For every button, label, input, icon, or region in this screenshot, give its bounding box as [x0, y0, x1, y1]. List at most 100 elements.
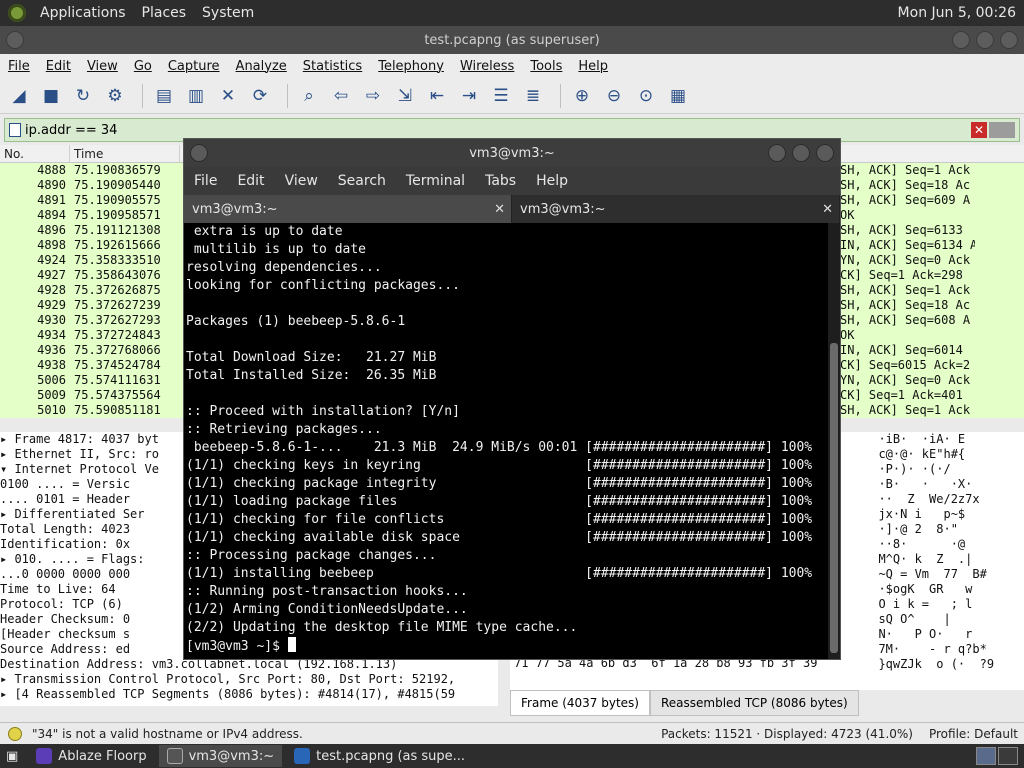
window-menu-icon[interactable]	[6, 31, 24, 49]
go-to-packet-icon[interactable]: ⇲	[392, 83, 418, 109]
clear-filter-icon[interactable]: ✕	[971, 122, 987, 138]
top-panel: Applications Places System Mon Jun 5, 00…	[0, 0, 1024, 26]
packet-no: 4934	[37, 328, 66, 342]
terminal-prompt[interactable]: [vm3@vm3 ~]$	[186, 637, 828, 656]
task-floorp[interactable]: Ablaze Floorp	[28, 745, 154, 767]
restart-capture-icon[interactable]: ↻	[70, 83, 96, 109]
floorp-icon	[36, 748, 53, 764]
terminal-tab-2[interactable]: vm3@vm3:~ ✕	[512, 195, 840, 223]
taskbar: ▣ Ablaze Floorp vm3@vm3:~ test.pcapng (a…	[0, 744, 1024, 768]
apply-filter-icon[interactable]	[989, 122, 1015, 138]
system-menu[interactable]: System	[194, 5, 262, 21]
close-icon[interactable]	[816, 144, 834, 162]
clock[interactable]: Mon Jun 5, 00:26	[898, 5, 1024, 21]
status-message: "34" is not a valid hostname or IPv4 add…	[32, 726, 303, 741]
stop-capture-icon[interactable]: ■	[38, 83, 64, 109]
close-tab-icon[interactable]: ✕	[494, 202, 505, 217]
maximize-icon[interactable]	[976, 31, 994, 49]
menu-wireless[interactable]: Wireless	[452, 59, 522, 74]
minimize-icon[interactable]	[768, 144, 786, 162]
term-menu-help[interactable]: Help	[526, 173, 578, 189]
menu-tools[interactable]: Tools	[522, 59, 570, 74]
minimize-icon[interactable]	[952, 31, 970, 49]
packet-time: 75.191121308	[74, 223, 161, 237]
terminal-titlebar[interactable]: vm3@vm3:~	[184, 139, 840, 167]
tab-frame-bytes[interactable]: Frame (4037 bytes)	[510, 690, 650, 716]
menu-capture[interactable]: Capture	[160, 59, 228, 74]
menu-view[interactable]: View	[79, 59, 126, 74]
autoscroll-icon[interactable]: ☰	[488, 83, 514, 109]
go-back-icon[interactable]: ⇦	[328, 83, 354, 109]
workspace-2[interactable]	[998, 747, 1018, 765]
term-menu-terminal[interactable]: Terminal	[396, 173, 475, 189]
close-file-icon[interactable]: ✕	[215, 83, 241, 109]
zoom-in-icon[interactable]: ⊕	[569, 83, 595, 109]
find-packet-icon[interactable]: ⌕	[296, 83, 322, 109]
display-filter-input[interactable]	[25, 122, 971, 138]
term-menu-file[interactable]: File	[184, 173, 227, 189]
close-tab-icon[interactable]: ✕	[822, 202, 833, 217]
window-menu-icon[interactable]	[190, 144, 208, 162]
terminal-scrollbar[interactable]	[828, 223, 840, 659]
menu-help[interactable]: Help	[570, 59, 616, 74]
shark-fin-start-icon[interactable]: ◢	[6, 83, 32, 109]
wireshark-title: test.pcapng (as superuser)	[424, 32, 600, 48]
detail-line[interactable]: ▸ [4 Reassembled TCP Segments (8086 byte…	[0, 687, 498, 702]
toolbar-separator	[142, 83, 143, 108]
workspace-1[interactable]	[976, 747, 996, 765]
terminal-line: :: Retrieving packages...	[186, 422, 382, 437]
term-menu-search[interactable]: Search	[328, 173, 396, 189]
menu-analyze[interactable]: Analyze	[228, 59, 295, 74]
menu-edit[interactable]: Edit	[38, 59, 79, 74]
colorize-icon[interactable]: ≣	[520, 83, 546, 109]
show-desktop-icon[interactable]: ▣	[0, 745, 24, 767]
packet-info: SH, ACK] Seq=1 Ack	[840, 403, 971, 417]
packet-no: 4898	[37, 238, 66, 252]
first-packet-icon[interactable]: ⇤	[424, 83, 450, 109]
zoom-out-icon[interactable]: ⊖	[601, 83, 627, 109]
bookmark-icon[interactable]	[9, 123, 21, 137]
packet-info: SH, ACK] Seq=18 Ac	[840, 298, 971, 312]
normal-size-icon[interactable]: ⊙	[633, 83, 659, 109]
terminal-tab-1[interactable]: vm3@vm3:~ ✕	[184, 195, 512, 223]
last-packet-icon[interactable]: ⇥	[456, 83, 482, 109]
terminal-output[interactable]: extra is up to date multilib is up to da…	[184, 223, 828, 659]
wireshark-titlebar[interactable]: test.pcapng (as superuser)	[0, 26, 1024, 54]
tab-reassembled-tcp[interactable]: Reassembled TCP (8086 bytes)	[649, 690, 859, 716]
workspace-switcher[interactable]	[974, 747, 1018, 765]
menu-telephony[interactable]: Telephony	[370, 59, 452, 74]
packet-time: 75.358333510	[74, 253, 161, 267]
resize-columns-icon[interactable]: ▦	[665, 83, 691, 109]
packet-no: 4930	[37, 313, 66, 327]
scrollbar-thumb[interactable]	[830, 343, 838, 653]
packet-info: CK] Seq=6015 Ack=2	[840, 358, 971, 372]
detail-line[interactable]: ▸ Transmission Control Protocol, Src Por…	[0, 672, 498, 687]
column-time[interactable]: Time	[70, 145, 180, 162]
expert-info-icon[interactable]	[8, 726, 22, 741]
close-icon[interactable]	[1000, 31, 1018, 49]
task-terminal[interactable]: vm3@vm3:~	[158, 745, 283, 767]
packet-time: 75.372627239	[74, 298, 161, 312]
mate-logo-icon[interactable]	[8, 4, 26, 22]
places-menu[interactable]: Places	[134, 5, 195, 21]
reload-file-icon[interactable]: ⟳	[247, 83, 273, 109]
term-menu-view[interactable]: View	[275, 173, 328, 189]
open-file-icon[interactable]: ▤	[151, 83, 177, 109]
maximize-icon[interactable]	[792, 144, 810, 162]
packet-time: 75.192615666	[74, 238, 161, 252]
go-forward-icon[interactable]: ⇨	[360, 83, 386, 109]
menu-go[interactable]: Go	[126, 59, 160, 74]
save-file-icon[interactable]: ▥	[183, 83, 209, 109]
applications-menu[interactable]: Applications	[32, 5, 134, 21]
capture-options-icon[interactable]: ⚙	[102, 83, 128, 109]
menu-file[interactable]: File	[0, 59, 38, 74]
menu-statistics[interactable]: Statistics	[295, 59, 370, 74]
profile-label[interactable]: Profile: Default	[929, 727, 1024, 741]
column-no[interactable]: No.	[0, 145, 70, 162]
term-menu-edit[interactable]: Edit	[227, 173, 274, 189]
term-menu-tabs[interactable]: Tabs	[475, 173, 526, 189]
packet-info: SH, ACK] Seq=608 A	[840, 313, 971, 327]
task-wireshark[interactable]: test.pcapng (as supe...	[286, 745, 473, 767]
